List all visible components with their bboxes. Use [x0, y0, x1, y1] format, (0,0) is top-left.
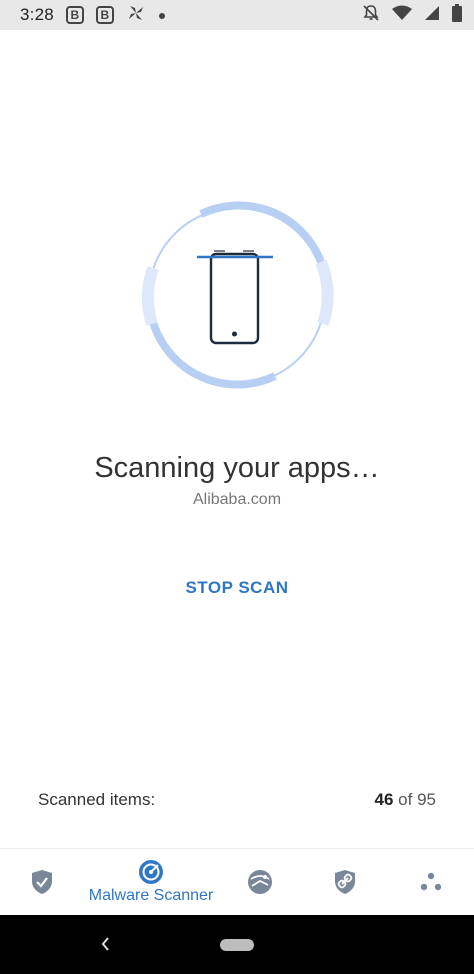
link-shield-icon	[334, 869, 356, 895]
status-time: 3:28	[20, 5, 54, 24]
scan-progress-graphic	[137, 196, 337, 396]
stop-scan-button[interactable]: STOP SCAN	[157, 570, 317, 606]
scanned-items-count: 46 of 95	[375, 790, 436, 810]
nav-item-protection[interactable]	[22, 849, 62, 915]
nav-item-more[interactable]	[418, 849, 444, 915]
scanned-items-label: Scanned items:	[38, 790, 156, 809]
nav-item-web-protection[interactable]	[246, 849, 274, 915]
web-protection-icon	[247, 869, 273, 895]
notifications-off-icon	[362, 4, 380, 27]
dot-icon	[158, 5, 166, 25]
pinwheel-icon	[126, 3, 146, 28]
scanned-items-row: Scanned items: 46 of 95	[38, 788, 436, 812]
system-nav-bar	[0, 915, 474, 974]
phone-icon	[197, 250, 273, 345]
wifi-icon	[392, 5, 412, 26]
current-app-name: Alibaba.com	[192, 491, 282, 508]
nav-item-safe-links[interactable]	[332, 849, 358, 915]
total-count: 95	[417, 790, 436, 809]
scan-ring	[141, 201, 334, 389]
signal-icon	[424, 5, 440, 26]
b-badge-icon: B	[65, 6, 84, 24]
scanned-count: 46	[374, 790, 394, 809]
home-button[interactable]	[220, 939, 254, 951]
b-badge-icon: B	[95, 6, 114, 24]
back-button[interactable]	[96, 933, 116, 955]
back-chevron-icon	[101, 937, 109, 951]
shield-check-icon	[31, 869, 53, 895]
nav-label-malware-scanner: Malware Scanner	[88, 887, 214, 904]
nav-item-malware-scanner[interactable]: Malware Scanner	[76, 849, 226, 915]
bottom-nav: Malware Scanner	[0, 849, 474, 915]
count-separator: of	[393, 790, 418, 809]
malware-scanner-icon	[138, 859, 164, 885]
battery-icon	[452, 3, 462, 27]
status-bar: 3:28 B B	[0, 0, 474, 30]
scan-title: Scanning your apps…	[94, 452, 380, 484]
more-dots-icon	[420, 872, 442, 892]
